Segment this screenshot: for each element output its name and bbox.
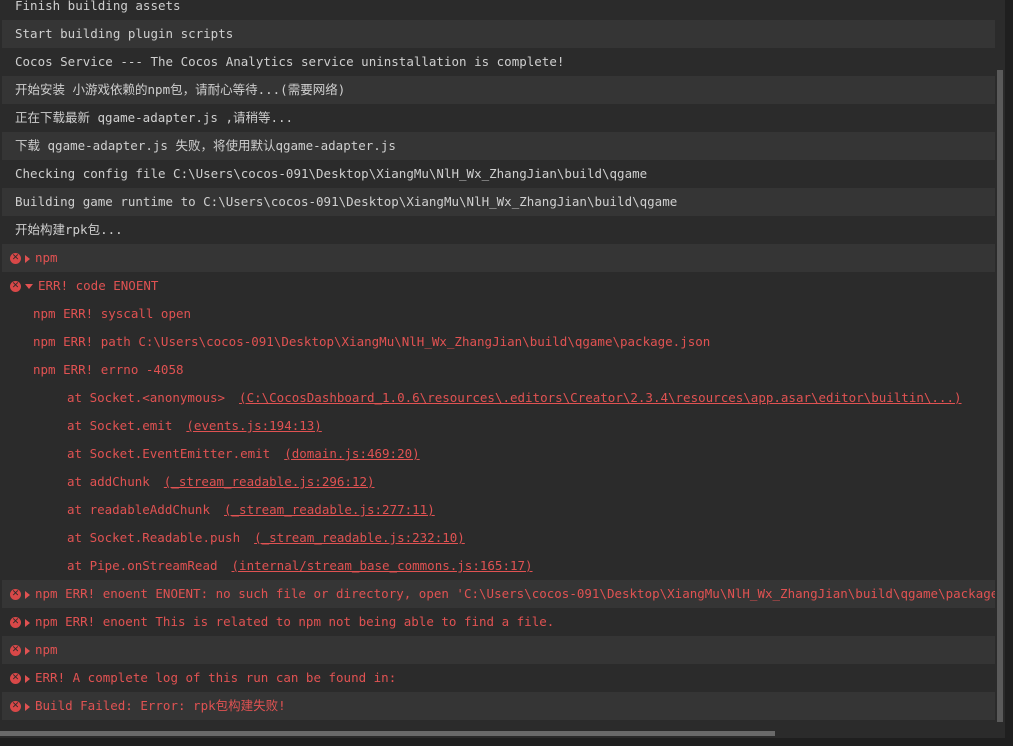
error-text: npm ERR! enoent This is related to npm n…	[35, 614, 555, 629]
caret-right-icon[interactable]	[25, 646, 30, 655]
log-line: Start building plugin scripts	[2, 20, 995, 48]
stack-frame: at Socket.Readable.push (_stream_readable…	[2, 524, 995, 552]
log-line: 正在下载最新 qgame-adapter.js ,请稍等...	[15, 110, 294, 125]
stack-frame: at Socket.EventEmitter.emit (domain.js:46…	[2, 440, 995, 468]
horizontal-scrollbar[interactable]	[0, 731, 997, 736]
error-text: ERR! code ENOENT	[38, 278, 159, 293]
window-frame-right	[1005, 0, 1013, 746]
error-entry-related[interactable]: ✕ npm ERR! enoent This is related to npm …	[2, 608, 995, 636]
horizontal-scrollbar-thumb[interactable]	[0, 731, 775, 736]
stack-frame: at addChunk (_stream_readable.js:296:12)	[2, 468, 995, 496]
error-entry-build-failed[interactable]: ✕ Build Failed: Error: rpk包构建失败!	[2, 692, 995, 720]
stack-location-link[interactable]: (internal/stream_base_commons.js:165:17)	[232, 558, 533, 573]
error-circle-icon: ✕	[10, 253, 21, 264]
stack-function: at Socket.EventEmitter.emit	[67, 446, 271, 461]
log-line: Building game runtime to C:\Users\cocos-…	[2, 188, 995, 216]
error-entry-enoent[interactable]: ✕ npm ERR! enoent ENOENT: no such file or…	[2, 580, 995, 608]
error-circle-icon: ✕	[10, 617, 21, 628]
error-entry-npm[interactable]: ✕ npm	[2, 244, 995, 272]
stack-function: at Pipe.onStreamRead	[67, 558, 218, 573]
vertical-scrollbar-thumb[interactable]	[997, 70, 1003, 722]
caret-down-icon[interactable]	[25, 284, 33, 289]
stack-location-link[interactable]: (domain.js:469:20)	[284, 446, 419, 461]
stack-location-link[interactable]: (events.js:194:13)	[186, 418, 321, 433]
stack-location-link[interactable]: (_stream_readable.js:232:10)	[254, 530, 465, 545]
log-line: Cocos Service --- The Cocos Analytics se…	[15, 54, 565, 69]
error-circle-icon: ✕	[10, 589, 21, 600]
stack-function: at Socket.Readable.push	[67, 530, 241, 545]
log-line: Checking config file C:\Users\cocos-091\…	[15, 166, 648, 181]
stack-function: at readableAddChunk	[67, 502, 210, 517]
error-entry-complete-log[interactable]: ✕ ERR! A complete log of this run can be …	[2, 664, 995, 692]
stack-frame: at readableAddChunk (_stream_readable.js:…	[2, 496, 995, 524]
caret-right-icon[interactable]	[25, 590, 30, 599]
log-line: 开始构建rpk包...	[15, 222, 123, 237]
error-detail-line: npm ERR! syscall open	[33, 306, 192, 321]
stack-location-link[interactable]: (_stream_readable.js:277:11)	[224, 502, 435, 517]
log-list: Finish building assets Start building pl…	[2, 0, 995, 720]
error-entry-code[interactable]: ✕ ERR! code ENOENT	[2, 272, 995, 300]
error-detail-line: npm ERR! path C:\Users\cocos-091\Desktop…	[33, 334, 711, 349]
stack-frame: at Pipe.onStreamRead (internal/stream_bas…	[2, 552, 995, 580]
stack-function: at Socket.<anonymous>	[67, 390, 226, 405]
stack-frame: at Socket.emit (events.js:194:13)	[2, 412, 995, 440]
caret-right-icon[interactable]	[25, 702, 30, 711]
build-console: Finish building assets Start building pl…	[0, 0, 1013, 746]
stack-function: at Socket.emit	[67, 418, 173, 433]
log-line: Finish building assets	[15, 0, 181, 13]
log-line: 下载 qgame-adapter.js 失败，将使用默认qgame-adapte…	[2, 132, 995, 160]
error-text: Build Failed: Error: rpk包构建失败!	[35, 698, 286, 713]
log-line: 开始安装 小游戏依赖的npm包，请耐心等待...(需要网络)	[2, 76, 995, 104]
stack-location-link[interactable]: (_stream_readable.js:296:12)	[164, 474, 375, 489]
error-text: npm	[35, 642, 58, 657]
error-entry-npm[interactable]: ✕ npm	[2, 636, 995, 664]
error-detail-line: npm ERR! errno -4058	[33, 362, 184, 377]
error-text: npm ERR! enoent ENOENT: no such file or …	[35, 586, 995, 601]
caret-right-icon[interactable]	[25, 674, 30, 683]
stack-location-link[interactable]: (C:\CocosDashboard_1.0.6\resources\.edit…	[239, 390, 961, 405]
caret-right-icon[interactable]	[25, 618, 30, 627]
error-text: npm	[35, 250, 58, 265]
window-frame-bottom	[0, 738, 1013, 746]
vertical-scrollbar[interactable]	[997, 0, 1003, 728]
error-text: ERR! A complete log of this run can be f…	[35, 670, 397, 685]
error-circle-icon: ✕	[10, 673, 21, 684]
stack-function: at addChunk	[67, 474, 150, 489]
caret-right-icon[interactable]	[25, 254, 30, 263]
error-circle-icon: ✕	[10, 645, 21, 656]
stack-frame: at Socket.<anonymous> (C:\CocosDashboard_…	[2, 384, 995, 412]
error-circle-icon: ✕	[10, 281, 21, 292]
error-circle-icon: ✕	[10, 701, 21, 712]
